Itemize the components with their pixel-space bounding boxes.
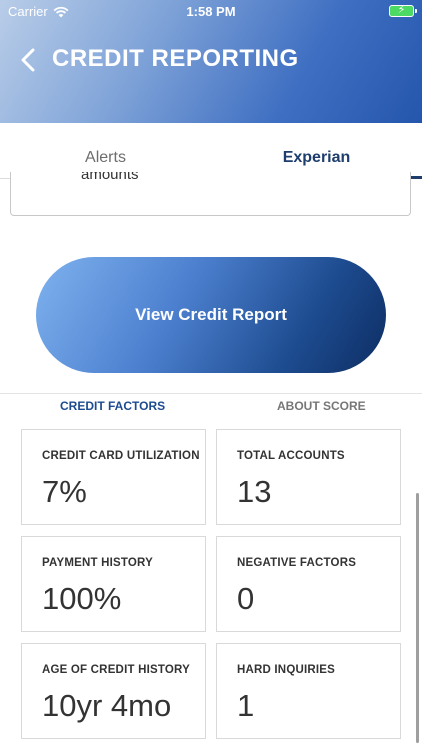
factor-value: 7% (42, 474, 87, 509)
factor-card-hard-inquiries[interactable]: HARD INQUIRIES 1 (216, 643, 401, 739)
factor-card-credit-utilization[interactable]: CREDIT CARD UTILIZATION 7% (21, 429, 206, 525)
scrolled-content-card: amounts (10, 172, 411, 216)
page-title: CREDIT REPORTING (52, 45, 299, 72)
back-button[interactable] (14, 44, 42, 76)
scrollbar[interactable] (416, 493, 419, 743)
factor-value: 10yr 4mo (42, 688, 172, 723)
factor-label: PAYMENT HISTORY (42, 557, 153, 569)
factor-card-age-of-credit[interactable]: AGE OF CREDIT HISTORY 10yr 4mo (21, 643, 206, 739)
tab-experian[interactable]: Experian (211, 149, 422, 167)
factor-card-payment-history[interactable]: PAYMENT HISTORY 100% (21, 536, 206, 632)
factor-label: AGE OF CREDIT HISTORY (42, 664, 190, 676)
factor-label: TOTAL ACCOUNTS (237, 450, 345, 462)
factor-value: 1 (237, 688, 255, 723)
scrolled-card-text: amounts (81, 172, 139, 183)
header: Carrier 1:58 PM ⚡ CREDIT REPORTING (0, 0, 422, 123)
chevron-left-icon (21, 48, 35, 72)
battery-icon: ⚡ (389, 4, 417, 17)
factor-value: 13 (237, 474, 272, 509)
status-time: 1:58 PM (186, 4, 236, 19)
nav-bar: CREDIT REPORTING (0, 40, 422, 80)
factor-label: CREDIT CARD UTILIZATION (42, 450, 200, 462)
factor-label: NEGATIVE FACTORS (237, 557, 357, 569)
bureau-tabs: Alerts Experian (0, 123, 422, 179)
view-credit-report-button[interactable]: View Credit Report (36, 257, 386, 373)
tab-about-score[interactable]: ABOUT SCORE (277, 399, 366, 413)
status-bar: Carrier 1:58 PM ⚡ (0, 0, 422, 24)
factor-value: 100% (42, 581, 122, 616)
tab-alerts[interactable]: Alerts (0, 149, 211, 167)
factor-label: HARD INQUIRIES (237, 664, 336, 676)
section-divider (0, 393, 422, 394)
factor-card-negative-factors[interactable]: NEGATIVE FACTORS 0 (216, 536, 401, 632)
tab-credit-factors[interactable]: CREDIT FACTORS (60, 399, 165, 413)
factor-card-total-accounts[interactable]: TOTAL ACCOUNTS 13 (216, 429, 401, 525)
factor-value: 0 (237, 581, 255, 616)
charging-bolt-icon: ⚡ (397, 4, 406, 16)
